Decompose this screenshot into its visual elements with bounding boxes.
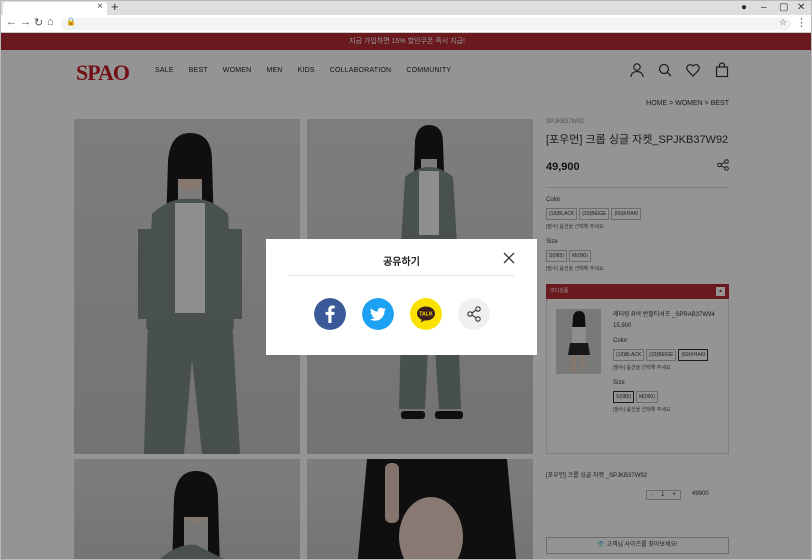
tab-bar: × + ● – ▢ ✕ [1,1,811,15]
close-icon[interactable] [503,252,515,264]
browser-window: × + ● – ▢ ✕ ← → ↻ ⌂ 🔒 ☆ ⋮ 지금 가입하면 15% 할인… [0,0,812,560]
facebook-share-button[interactable] [314,298,346,330]
kakao-talk-label: TALK [419,312,433,318]
lock-icon: 🔒 [66,17,76,26]
tab-close-icon[interactable]: × [97,1,103,12]
url-field[interactable]: 🔒 ☆ [61,17,791,30]
kakaotalk-share-button[interactable]: TALK [410,298,442,330]
browser-menu-icon[interactable]: ⋮ [796,16,807,29]
back-icon[interactable]: ← [6,16,17,28]
modal-title: 공유하기 [383,257,420,268]
minimize-button[interactable]: – [761,1,767,14]
forward-icon[interactable]: → [20,16,31,28]
share-modal: 공유하기 TALK [266,239,537,355]
maximize-button[interactable]: ▢ [779,1,788,14]
address-bar: ← → ↻ ⌂ 🔒 ☆ ⋮ [1,15,811,33]
window-close-button[interactable]: ✕ [797,1,805,14]
new-tab-button[interactable]: + [111,1,119,14]
browser-tab[interactable]: × [3,1,107,15]
url-share-button[interactable] [458,298,490,330]
profile-icon[interactable]: ● [741,1,747,14]
home-icon[interactable]: ⌂ [47,16,54,28]
modal-divider [289,275,514,276]
reload-icon[interactable]: ↻ [34,16,43,29]
twitter-share-button[interactable] [362,298,394,330]
bookmark-star-icon[interactable]: ☆ [779,17,787,28]
